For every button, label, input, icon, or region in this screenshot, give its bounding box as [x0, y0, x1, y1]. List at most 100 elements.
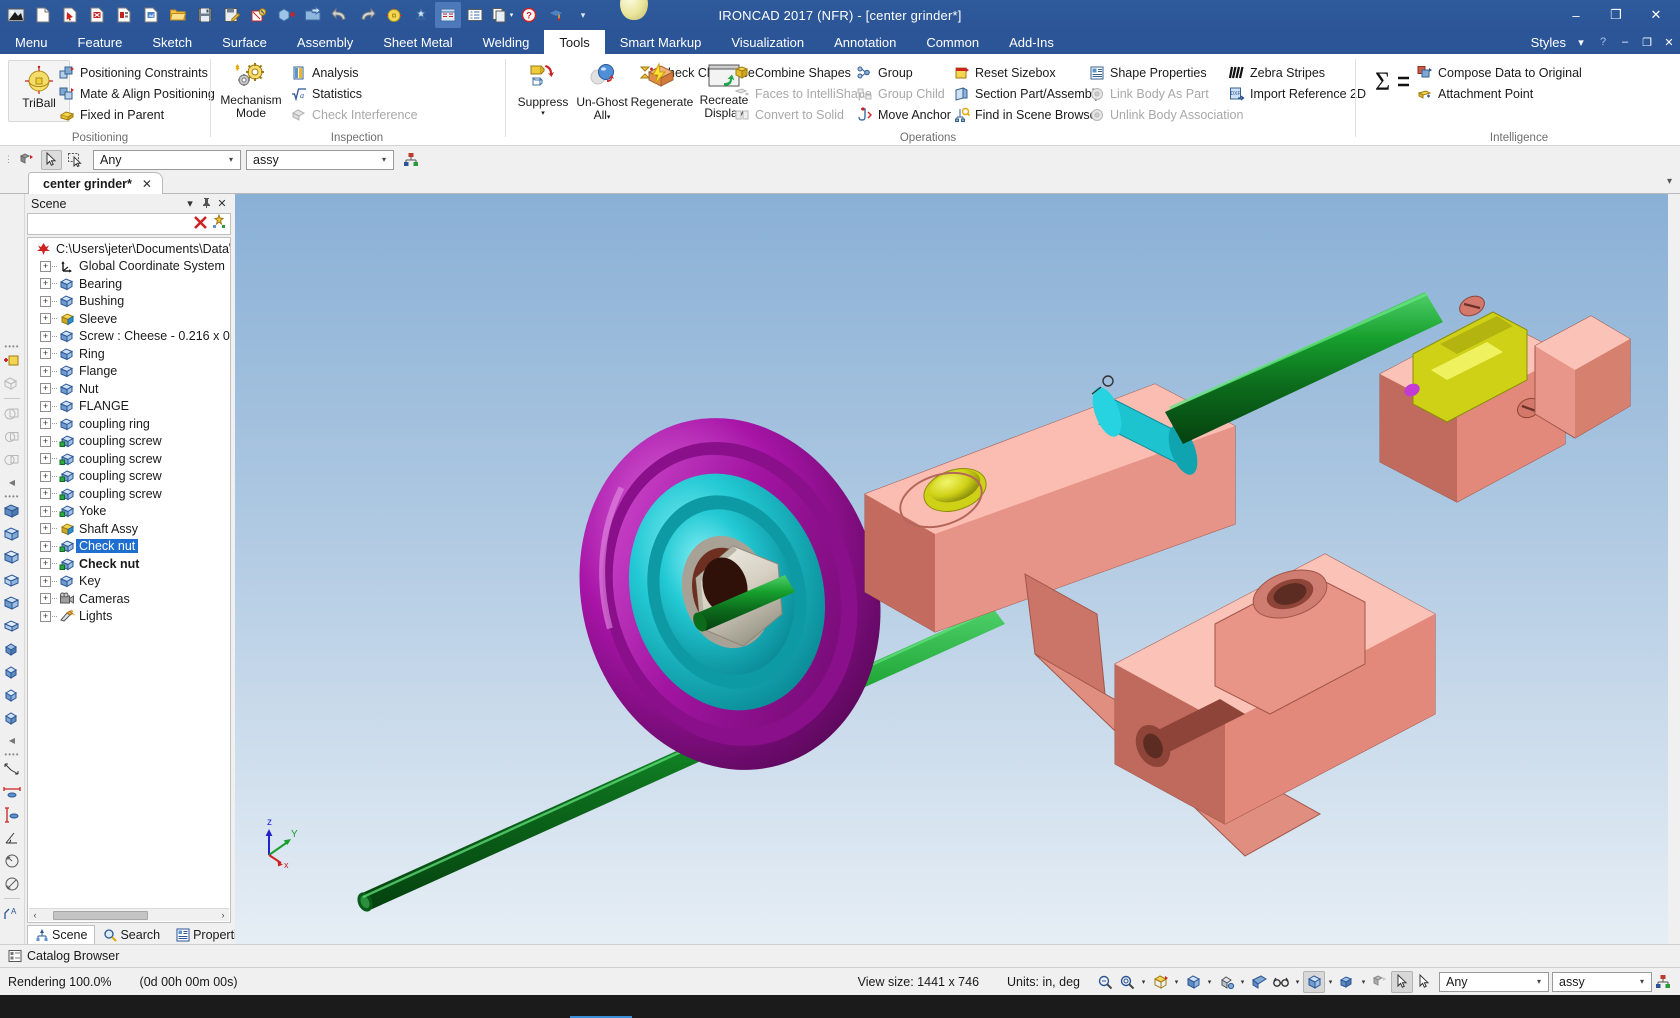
open-folder-icon[interactable]	[165, 2, 191, 28]
attachment-point-button[interactable]: Attachment Point	[1416, 83, 1533, 104]
tab-add-ins[interactable]: Add-Ins	[994, 30, 1069, 54]
cad-model[interactable]	[235, 194, 1680, 944]
slab-shape-icon[interactable]	[1, 614, 23, 637]
save-icon[interactable]	[192, 2, 218, 28]
ribbon-help-icon[interactable]: ?	[1596, 36, 1610, 48]
shape-intersect-icon[interactable]	[1, 448, 23, 471]
tree-item[interactable]: +coupling ring	[28, 415, 230, 433]
expand-icon[interactable]: +	[40, 523, 51, 534]
tab-annotation[interactable]: Annotation	[819, 30, 911, 54]
pick-arrow-icon[interactable]	[1391, 971, 1413, 993]
expand-icon[interactable]: +	[40, 261, 51, 272]
regenerate-button[interactable]: Regenerate	[631, 58, 693, 109]
expand-icon[interactable]: +	[40, 383, 51, 394]
shape-copy-icon[interactable]	[1, 372, 23, 395]
hole-sphere-icon[interactable]	[1, 683, 23, 706]
import-reference-2d-button[interactable]: DXF Import Reference 2D	[1228, 83, 1366, 104]
tab-feature[interactable]: Feature	[63, 30, 138, 54]
chevron-down-icon[interactable]: ▾	[1171, 978, 1182, 986]
new-sheet-icon[interactable]	[111, 2, 137, 28]
expand-icon[interactable]: +	[40, 278, 51, 289]
tree-item[interactable]: +Flange	[28, 363, 230, 381]
display-mode-icon[interactable]	[1303, 971, 1325, 993]
expand-icon[interactable]: +	[40, 418, 51, 429]
hole-cylinder-icon[interactable]	[1, 660, 23, 683]
tree-filter-icon[interactable]	[211, 214, 228, 234]
pick-arrow-icon[interactable]	[41, 150, 62, 170]
triball-icon[interactable]	[381, 2, 407, 28]
expand-icon[interactable]: +	[40, 558, 51, 569]
catalog-browser-bar[interactable]: Catalog Browser	[0, 944, 1680, 967]
close-icon[interactable]: ✕	[214, 197, 230, 210]
compose-data-to-original-button[interactable]: Compose Data to Original	[1416, 62, 1582, 83]
tab-sheet-metal[interactable]: Sheet Metal	[368, 30, 467, 54]
zoom-icon[interactable]	[1094, 971, 1116, 993]
pin-icon[interactable]	[198, 197, 214, 211]
expand-icon[interactable]: +	[40, 453, 51, 464]
doc-tab-center-grinder[interactable]: center grinder* ✕	[28, 172, 163, 194]
export-icon[interactable]	[300, 2, 326, 28]
render-wireframe-icon[interactable]	[1149, 971, 1171, 993]
scene-browser-icon[interactable]	[435, 2, 461, 28]
perspective-icon[interactable]	[1248, 971, 1270, 993]
tab-menu[interactable]: Menu	[0, 30, 63, 54]
chevron-down-icon[interactable]: ▾	[1292, 978, 1303, 986]
move-anchor-button[interactable]: Move Anchor	[856, 104, 951, 125]
new-file-icon[interactable]	[30, 2, 56, 28]
sphere-shape-icon[interactable]	[1, 545, 23, 568]
chevron-down-icon[interactable]: ▾	[1204, 978, 1215, 986]
selection-scope-combo[interactable]: assy ▾	[246, 150, 394, 170]
horizontal-dimension-icon[interactable]	[1, 780, 23, 803]
hole-block-icon[interactable]	[1, 637, 23, 660]
selection-tree-icon[interactable]	[1652, 971, 1674, 993]
print-preview-icon[interactable]	[246, 2, 272, 28]
render-style-icon[interactable]	[1215, 971, 1237, 993]
shape-union-icon[interactable]	[1, 402, 23, 425]
3d-viewport[interactable]: z Y x	[235, 194, 1680, 944]
property-browser-icon[interactable]	[462, 2, 488, 28]
selection-filter-combo[interactable]: Any ▾	[93, 150, 241, 170]
ribbon-minimize-icon[interactable]: –	[1618, 36, 1632, 48]
restore-button[interactable]: ❐	[1596, 1, 1636, 29]
expand-icon[interactable]: +	[40, 313, 51, 324]
help-icon[interactable]: ?	[516, 2, 542, 28]
selection-tree-icon[interactable]	[401, 150, 422, 170]
tree-item[interactable]: +Global Coordinate System	[28, 258, 230, 276]
expand-icon[interactable]: +	[40, 576, 51, 587]
statistics-button[interactable]: a Statistics	[290, 83, 362, 104]
view-glasses-icon[interactable]	[1270, 971, 1292, 993]
tree-item[interactable]: +Nut	[28, 380, 230, 398]
close-icon[interactable]: ✕	[142, 177, 152, 191]
status-scope-combo[interactable]: assy ▾	[1552, 972, 1652, 992]
open-scene-icon[interactable]	[57, 2, 83, 28]
tab-visualization[interactable]: Visualization	[716, 30, 819, 54]
tab-scene[interactable]: Scene	[27, 925, 95, 944]
chevron-down-icon[interactable]: ▾	[1635, 977, 1649, 986]
tab-smart-markup[interactable]: Smart Markup	[605, 30, 717, 54]
expand-icon[interactable]: +	[40, 593, 51, 604]
tree-item[interactable]: +FLANGE	[28, 398, 230, 416]
tab-sketch[interactable]: Sketch	[137, 30, 207, 54]
part-display-icon[interactable]	[1336, 971, 1358, 993]
group-button[interactable]: Group	[856, 62, 913, 83]
ironcad-logo-icon[interactable]	[3, 2, 29, 28]
close-button[interactable]: ✕	[1636, 1, 1676, 29]
mechanism-mode-button[interactable]: MechanismMode	[220, 58, 282, 120]
select-mode-icon[interactable]	[1369, 971, 1391, 993]
redo-icon[interactable]	[354, 2, 380, 28]
smart-dimension-icon[interactable]	[1, 757, 23, 780]
suppress-button[interactable]: Suppress ▾	[512, 58, 574, 117]
learn-icon[interactable]	[543, 2, 569, 28]
expand-icon[interactable]: +	[40, 506, 51, 517]
scroll-right-icon[interactable]: ›	[217, 910, 229, 920]
positioning-constraints-button[interactable]: Positioning Constraints	[58, 62, 208, 83]
tree-item[interactable]: +coupling screw	[28, 468, 230, 486]
chevron-down-icon[interactable]: ▾	[1237, 978, 1248, 986]
tree-horizontal-scrollbar[interactable]: ‹ ›	[29, 908, 229, 921]
tree-item[interactable]: +Shaft Assy	[28, 520, 230, 538]
chevron-down-icon[interactable]: ▾	[1138, 978, 1149, 986]
select-mode-icon[interactable]	[17, 150, 38, 170]
tree-item[interactable]: +Lights	[28, 608, 230, 626]
box-select-icon[interactable]	[65, 150, 86, 170]
tab-surface[interactable]: Surface	[207, 30, 282, 54]
